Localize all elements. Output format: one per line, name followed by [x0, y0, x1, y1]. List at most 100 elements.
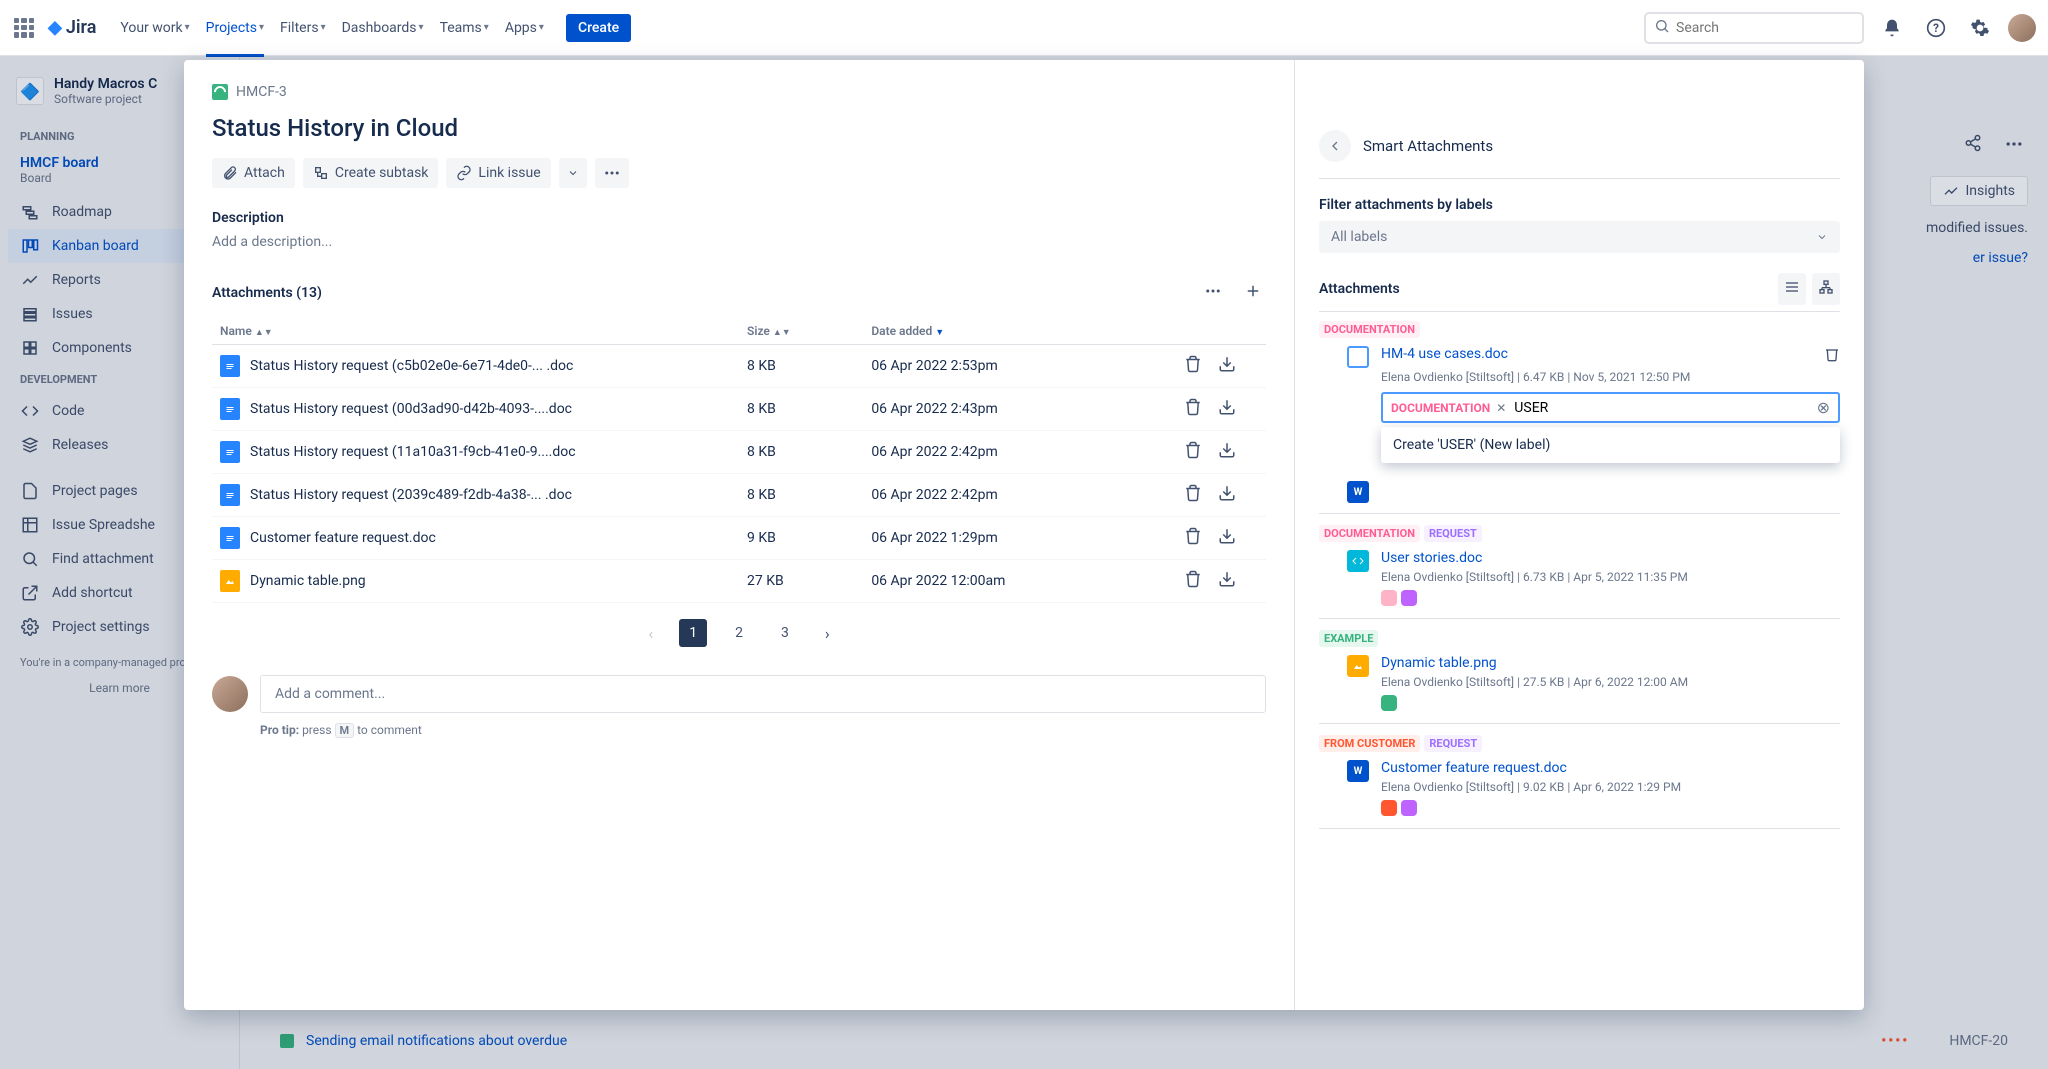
- search-input[interactable]: [1676, 20, 1854, 36]
- label-tag: REQUEST: [1424, 735, 1482, 752]
- file-type-icon: [220, 441, 240, 463]
- doc-type-icon: [1347, 655, 1369, 677]
- attachment-meta: Elena Ovdienko [Stiltsoft] | 6.73 KB | A…: [1381, 570, 1840, 584]
- pager-next[interactable]: ›: [817, 620, 838, 647]
- attachment-link[interactable]: HM-4 use cases.doc: [1381, 346, 1508, 366]
- share-bg-icon[interactable]: [1960, 130, 1986, 162]
- attachment-pager: ‹ 123 ›: [212, 619, 1266, 647]
- attachment-row[interactable]: Status History request (2039c489-f2db-4a…: [212, 474, 1266, 517]
- attachments-section-title: Attachments: [1319, 281, 1400, 297]
- attachment-meta: Elena Ovdienko [Stiltsoft] | 27.5 KB | A…: [1381, 675, 1840, 689]
- notifications-icon[interactable]: [1876, 12, 1908, 44]
- attachment-row[interactable]: Status History request (00d3ad90-d42b-40…: [212, 388, 1266, 431]
- more-bg-icon[interactable]: [2000, 130, 2028, 162]
- download-attachment-icon[interactable]: [1218, 484, 1236, 506]
- attachment-row[interactable]: Customer feature request.doc9 KB06 Apr 2…: [212, 517, 1266, 560]
- label-chip-remove[interactable]: ✕: [1496, 401, 1506, 415]
- attach-button[interactable]: Attach: [212, 158, 295, 188]
- smart-attachments-panel: Smart Attachments Filter attachments by …: [1294, 60, 1864, 1010]
- insights-button[interactable]: Insights: [1930, 176, 2028, 206]
- issue-key[interactable]: HMCF-3: [236, 84, 287, 100]
- jira-logo[interactable]: ◆ Jira: [48, 17, 96, 38]
- roadmap-icon: [20, 203, 40, 221]
- label-suggestion-dropdown[interactable]: Create 'USER' (New label): [1381, 427, 1840, 463]
- delete-attachment-icon[interactable]: [1824, 346, 1840, 366]
- action-more-button[interactable]: [595, 158, 629, 188]
- nav-item-your-work[interactable]: Your work▾: [112, 14, 197, 42]
- nav-item-projects[interactable]: Projects▾: [198, 14, 272, 42]
- help-icon[interactable]: ?: [1920, 12, 1952, 44]
- global-search[interactable]: [1644, 12, 1864, 44]
- create-subtask-button[interactable]: Create subtask: [303, 158, 439, 188]
- download-attachment-icon[interactable]: [1218, 527, 1236, 549]
- project-icon: 🔷: [16, 77, 44, 105]
- page-3[interactable]: 3: [771, 619, 799, 647]
- nav-item-apps[interactable]: Apps▾: [497, 14, 552, 42]
- attachment-row[interactable]: Status History request (c5b02e0e-6e71-4d…: [212, 345, 1266, 388]
- label-color-dot: [1381, 590, 1397, 606]
- download-attachment-icon[interactable]: [1218, 355, 1236, 377]
- file-type-icon: [220, 527, 240, 549]
- page-2[interactable]: 2: [725, 619, 753, 647]
- attachment-meta: Elena Ovdienko [Stiltsoft] | 9.02 KB | A…: [1381, 780, 1840, 794]
- user-avatar[interactable]: [2008, 14, 2036, 42]
- download-attachment-icon[interactable]: [1218, 398, 1236, 420]
- delete-attachment-icon[interactable]: [1184, 398, 1202, 420]
- panel-title: Smart Attachments: [1363, 137, 1493, 155]
- attachments-more-icon[interactable]: [1200, 278, 1226, 308]
- bg-bottom-text[interactable]: Sending email notifications about overdu…: [306, 1033, 567, 1049]
- description-label: Description: [212, 210, 1266, 226]
- page-1[interactable]: 1: [679, 619, 707, 647]
- label-editor[interactable]: DOCUMENTATION ✕ ⊗ Create 'USER' (New lab…: [1381, 392, 1840, 423]
- bg-link-issue[interactable]: er issue?: [1973, 250, 2028, 266]
- svg-text:?: ?: [1933, 21, 1939, 35]
- settings-icon[interactable]: [1964, 12, 1996, 44]
- nav-item-dashboards[interactable]: Dashboards▾: [334, 14, 432, 42]
- project-name: Handy Macros C: [54, 76, 157, 92]
- delete-attachment-icon[interactable]: [1184, 484, 1202, 506]
- jira-brand-text: Jira: [66, 17, 97, 38]
- attachment-meta: Elena Ovdienko [Stiltsoft] | 6.47 KB | N…: [1381, 370, 1840, 384]
- delete-attachment-icon[interactable]: [1184, 355, 1202, 377]
- label-chip: DOCUMENTATION ✕: [1391, 401, 1506, 415]
- app-switcher-icon[interactable]: [12, 16, 36, 40]
- jira-logo-icon: ◆: [48, 17, 62, 38]
- project-pages-icon: [20, 482, 40, 500]
- attachment-row[interactable]: Status History request (11a10a31-f9cb-41…: [212, 431, 1266, 474]
- attachment-link[interactable]: Dynamic table.png: [1381, 655, 1497, 671]
- back-button[interactable]: [1319, 130, 1351, 162]
- smart-attachment-item: HM-4 use cases.doc Elena Ovdienko [Stilt…: [1319, 338, 1840, 425]
- doc-type-icon: W: [1347, 760, 1369, 782]
- label-tag: EXAMPLE: [1319, 630, 1378, 647]
- protip: Pro tip: press M to comment: [260, 723, 1266, 738]
- nav-item-filters[interactable]: Filters▾: [272, 14, 334, 42]
- download-attachment-icon[interactable]: [1218, 441, 1236, 463]
- delete-attachment-icon[interactable]: [1184, 570, 1202, 592]
- nav-item-teams[interactable]: Teams▾: [432, 14, 497, 42]
- tree-view-icon[interactable]: [1812, 273, 1840, 305]
- label-text-input[interactable]: [1514, 400, 1808, 416]
- smart-attachment-item: W Customer feature request.doc Elena Ovd…: [1319, 752, 1840, 818]
- create-button[interactable]: Create: [566, 14, 631, 42]
- attachment-row[interactable]: Dynamic table.png27 KB06 Apr 2022 12:00a…: [212, 560, 1266, 603]
- comment-input[interactable]: Add a comment...: [260, 675, 1266, 713]
- delete-attachment-icon[interactable]: [1184, 527, 1202, 549]
- label-color-dot: [1401, 590, 1417, 606]
- project-settings-icon: [20, 618, 40, 636]
- description-field[interactable]: Add a description...: [212, 234, 1266, 250]
- link-issue-button[interactable]: Link issue: [446, 158, 550, 188]
- components-icon: [20, 339, 40, 357]
- delete-attachment-icon[interactable]: [1184, 441, 1202, 463]
- issues-icon: [20, 305, 40, 323]
- list-view-icon[interactable]: [1778, 273, 1806, 305]
- link-dropdown-button[interactable]: [559, 158, 587, 188]
- attachment-link[interactable]: Customer feature request.doc: [1381, 760, 1567, 776]
- attachment-link[interactable]: User stories.doc: [1381, 550, 1482, 566]
- issue-title[interactable]: Status History in Cloud: [212, 114, 1266, 142]
- pager-prev[interactable]: ‹: [640, 620, 661, 647]
- download-attachment-icon[interactable]: [1218, 570, 1236, 592]
- add-attachment-icon[interactable]: [1240, 278, 1266, 308]
- clear-input-icon[interactable]: ⊗: [1817, 398, 1830, 417]
- label-filter-select[interactable]: All labels: [1319, 221, 1840, 253]
- label-color-dot: [1401, 800, 1417, 816]
